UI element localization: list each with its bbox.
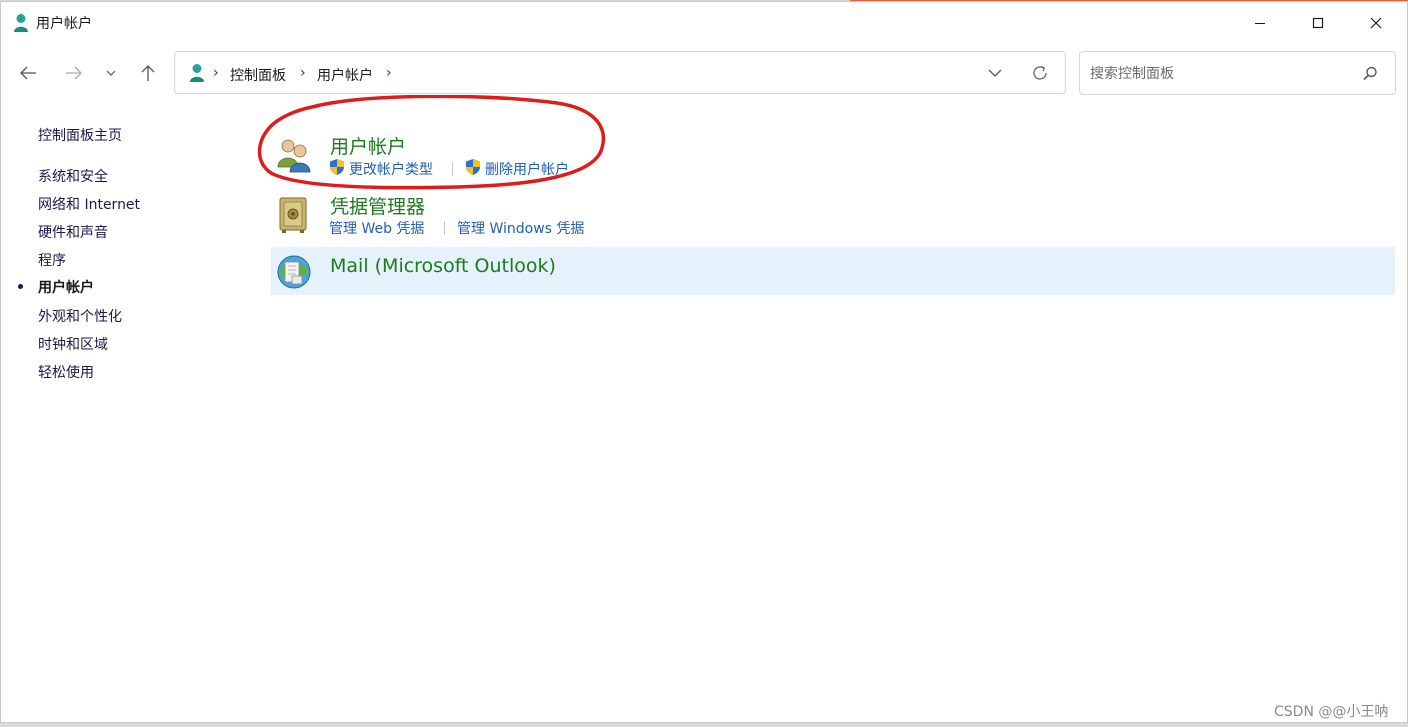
forward-button[interactable]	[59, 58, 89, 88]
chevron-down-icon	[106, 70, 116, 76]
users-icon[interactable]	[275, 134, 315, 174]
breadcrumb-separator[interactable]: ›	[213, 65, 219, 81]
chevron-down-icon	[988, 69, 1002, 77]
sidebar-item-appearance[interactable]: 外观和个性化	[38, 306, 122, 326]
sidebar-item-clock-region[interactable]: 时钟和区域	[38, 334, 108, 354]
refresh-icon	[1033, 65, 1047, 80]
sidebar-item-programs[interactable]: 程序	[38, 250, 66, 270]
maximize-button[interactable]	[1289, 4, 1347, 42]
breadcrumb-user-accounts[interactable]: 用户帐户	[317, 65, 373, 85]
user-accounts-app-icon	[14, 14, 28, 32]
sidebar-item-ease-of-access[interactable]: 轻松使用	[38, 362, 94, 382]
section-user-accounts: 用户帐户 更改帐户类型 删除用户帐户	[271, 122, 1395, 182]
close-button[interactable]	[1347, 4, 1405, 42]
sidebar-item-hardware-sound[interactable]: 硬件和声音	[38, 222, 108, 242]
uac-shield-icon	[466, 159, 480, 175]
minimize-icon	[1255, 23, 1265, 24]
arrow-up-icon	[141, 65, 155, 81]
sidebar-home-link[interactable]: 控制面板主页	[38, 125, 122, 145]
link-separator	[444, 221, 445, 235]
breadcrumb-control-panel[interactable]: 控制面板	[230, 65, 286, 85]
section-title-user-accounts[interactable]: 用户帐户	[330, 132, 406, 159]
section-title-mail[interactable]: Mail (Microsoft Outlook)	[330, 255, 556, 277]
up-button[interactable]	[133, 58, 163, 88]
breadcrumb-separator[interactable]: ›	[386, 65, 392, 81]
search-box[interactable]	[1079, 51, 1396, 95]
sidebar-item-network[interactable]: 网络和 Internet	[38, 194, 140, 214]
title-bar: 用户帐户	[1, 2, 1407, 42]
arrow-left-icon	[20, 66, 36, 80]
control-panel-window: 用户帐户 › 控制面板 › 用户帐户 › 搜索控制面板 控制面板主页 系统和安全…	[0, 1, 1408, 723]
link-separator	[452, 162, 453, 176]
breadcrumb-separator[interactable]: ›	[300, 65, 306, 81]
minimize-button[interactable]	[1231, 4, 1289, 42]
link-manage-web-credentials[interactable]: 管理 Web 凭据	[329, 218, 424, 238]
vault-icon[interactable]	[275, 194, 311, 234]
section-mail[interactable]: Mail (Microsoft Outlook)	[271, 247, 1395, 295]
section-title-credential-manager[interactable]: 凭据管理器	[330, 192, 425, 219]
user-accounts-location-icon	[190, 64, 204, 82]
mail-globe-icon[interactable]	[275, 252, 313, 292]
sidebar-item-system-security[interactable]: 系统和安全	[38, 166, 108, 186]
search-icon[interactable]	[1360, 64, 1380, 84]
sidebar-item-user-accounts[interactable]: 用户帐户	[38, 277, 94, 297]
arrow-right-icon	[66, 66, 82, 80]
address-bar[interactable]: › 控制面板 › 用户帐户 ›	[174, 51, 1066, 94]
active-item-bullet	[18, 284, 23, 289]
link-change-account-type[interactable]: 更改帐户类型	[349, 159, 433, 179]
uac-shield-icon	[330, 159, 344, 175]
address-history-button[interactable]	[983, 62, 1007, 84]
link-manage-windows-credentials[interactable]: 管理 Windows 凭据	[457, 218, 584, 238]
link-delete-user-account[interactable]: 删除用户帐户	[485, 159, 569, 179]
search-input[interactable]	[1088, 62, 1352, 86]
section-credential-manager: 凭据管理器 管理 Web 凭据 管理 Windows 凭据	[271, 182, 1395, 242]
window-title: 用户帐户	[36, 16, 92, 32]
csdn-watermark: CSDN @@小王呐	[1274, 704, 1389, 720]
refresh-button[interactable]	[1028, 62, 1052, 84]
recent-locations-button[interactable]	[99, 58, 123, 88]
maximize-icon	[1312, 17, 1324, 29]
back-button[interactable]	[13, 58, 43, 88]
close-icon	[1370, 17, 1382, 29]
